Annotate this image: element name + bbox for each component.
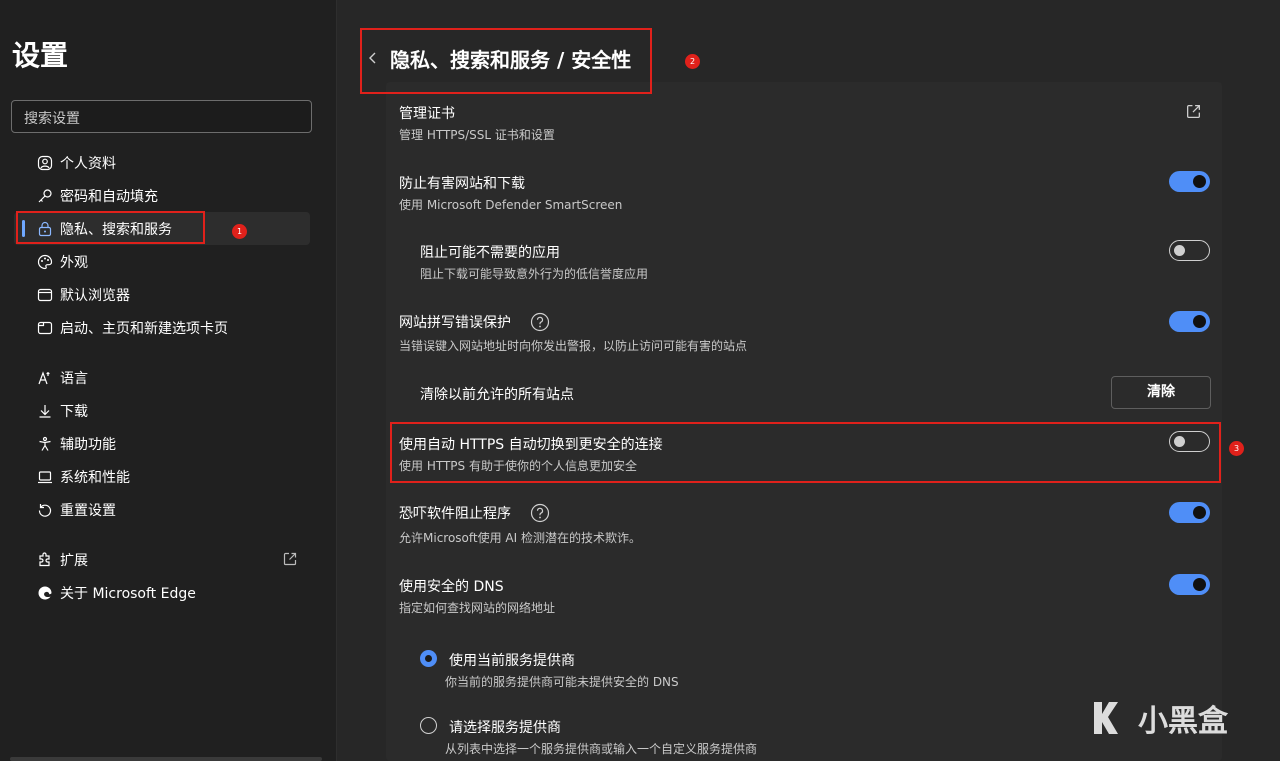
help-icon[interactable] <box>530 503 550 523</box>
sidebar-item-system[interactable]: 系统和性能 <box>14 460 310 493</box>
clear-button[interactable]: 清除 <box>1111 376 1211 409</box>
secure-dns-desc: 指定如何查找网站的网络地址 <box>399 601 556 615</box>
laptop-icon <box>34 466 56 488</box>
typo-protection-desc: 当错误键入网站地址时向你发出警报，以防止访问可能有害的站点 <box>399 339 748 353</box>
sidebar-item-label: 启动、主页和新建选项卡页 <box>60 320 228 337</box>
annotation-marker-2: 2 <box>685 54 700 69</box>
sidebar-item-label: 关于 Microsoft Edge <box>60 585 196 602</box>
sidebar-item-label: 密码和自动填充 <box>60 188 158 205</box>
sidebar-item-about[interactable]: 关于 Microsoft Edge <box>14 576 310 609</box>
block-pua-toggle[interactable] <box>1169 240 1210 261</box>
block-pua-desc: 阻止下载可能导致意外行为的低信誉度应用 <box>420 267 649 281</box>
sidebar-item-label: 辅助功能 <box>60 436 116 453</box>
clear-allowed-sites-title: 清除以前允许的所有站点 <box>420 387 574 403</box>
secure-dns-title: 使用安全的 DNS <box>399 579 504 595</box>
sidebar-item-languages[interactable]: 语言 <box>14 361 310 394</box>
sidebar-item-label: 默认浏览器 <box>60 287 130 304</box>
block-pua-title: 阻止可能不需要的应用 <box>420 245 560 261</box>
sidebar-scrollbar[interactable] <box>10 757 322 761</box>
annotation-box-3 <box>390 422 1221 483</box>
palette-icon <box>34 251 56 273</box>
external-link-icon[interactable] <box>1185 103 1202 120</box>
annotation-box-1 <box>16 211 205 244</box>
secure-dns-toggle[interactable] <box>1169 574 1210 595</box>
dns-current-provider-label: 使用当前服务提供商 <box>449 653 575 669</box>
smartscreen-toggle[interactable] <box>1169 171 1210 192</box>
sidebar-item-profile[interactable]: 个人资料 <box>14 146 310 179</box>
sidebar-item-label: 系统和性能 <box>60 469 130 486</box>
sidebar-item-label: 语言 <box>60 370 88 387</box>
sidebar-title: 设置 <box>12 39 69 72</box>
sidebar-item-reset[interactable]: 重置设置 <box>14 493 310 526</box>
typo-protection-toggle[interactable] <box>1169 311 1210 332</box>
key-icon <box>34 185 56 207</box>
sidebar-item-default-browser[interactable]: 默认浏览器 <box>14 278 310 311</box>
watermark: 小黑盒 <box>1088 696 1228 740</box>
dns-choose-provider-desc: 从列表中选择一个服务提供商或输入一个自定义服务提供商 <box>445 742 758 756</box>
help-icon[interactable] <box>530 312 550 332</box>
language-icon <box>34 367 56 389</box>
annotation-marker-3: 3 <box>1229 441 1244 456</box>
extension-icon <box>34 549 56 571</box>
sidebar-item-appearance[interactable]: 外观 <box>14 245 310 278</box>
sidebar-item-passwords[interactable]: 密码和自动填充 <box>14 179 310 212</box>
annotation-box-2 <box>360 28 652 94</box>
sidebar-item-label: 下载 <box>60 403 88 420</box>
scareware-blocker-title: 恐吓软件阻止程序 <box>399 506 511 522</box>
profile-icon <box>34 152 56 174</box>
browser-icon <box>34 284 56 306</box>
watermark-text: 小黑盒 <box>1138 704 1228 739</box>
dns-current-provider-radio[interactable] <box>420 650 437 667</box>
sidebar-item-accessibility[interactable]: 辅助功能 <box>14 427 310 460</box>
sidebar-item-downloads[interactable]: 下载 <box>14 394 310 427</box>
sidebar-item-startup[interactable]: 启动、主页和新建选项卡页 <box>14 311 310 344</box>
scareware-blocker-toggle[interactable] <box>1169 502 1210 523</box>
sidebar-item-extensions[interactable]: 扩展 <box>14 543 310 576</box>
dns-choose-provider-radio[interactable] <box>420 717 437 734</box>
watermark-logo-icon <box>1094 702 1118 734</box>
sidebar-item-label: 外观 <box>60 254 88 271</box>
smartscreen-desc: 使用 Microsoft Defender SmartScreen <box>399 198 623 212</box>
power-tab-icon <box>34 317 56 339</box>
dns-current-provider-desc: 你当前的服务提供商可能未提供安全的 DNS <box>445 675 679 689</box>
manage-certificates-desc: 管理 HTTPS/SSL 证书和设置 <box>399 128 555 142</box>
manage-certificates-title[interactable]: 管理证书 <box>399 103 455 123</box>
sidebar-item-label: 重置设置 <box>60 502 116 519</box>
search-input[interactable]: 搜索设置 <box>11 100 312 133</box>
smartscreen-title: 防止有害网站和下载 <box>399 176 525 192</box>
typo-protection-title: 网站拼写错误保护 <box>399 315 511 331</box>
annotation-marker-1: 1 <box>232 224 247 239</box>
edge-icon <box>34 582 56 604</box>
external-link-icon <box>282 551 298 567</box>
accessibility-icon <box>34 433 56 455</box>
sidebar: 设置 搜索设置 个人资料 密码和自动填充 隐私、搜索和服务 外观 默认浏览器 启… <box>0 0 337 761</box>
dns-choose-provider-label: 请选择服务提供商 <box>449 720 561 736</box>
download-icon <box>34 400 56 422</box>
sidebar-item-label: 扩展 <box>60 552 88 569</box>
scareware-blocker-desc: 允许Microsoft使用 AI 检测潜在的技术欺诈。 <box>399 531 641 545</box>
sidebar-item-label: 个人资料 <box>60 155 116 172</box>
reset-icon <box>34 499 56 521</box>
